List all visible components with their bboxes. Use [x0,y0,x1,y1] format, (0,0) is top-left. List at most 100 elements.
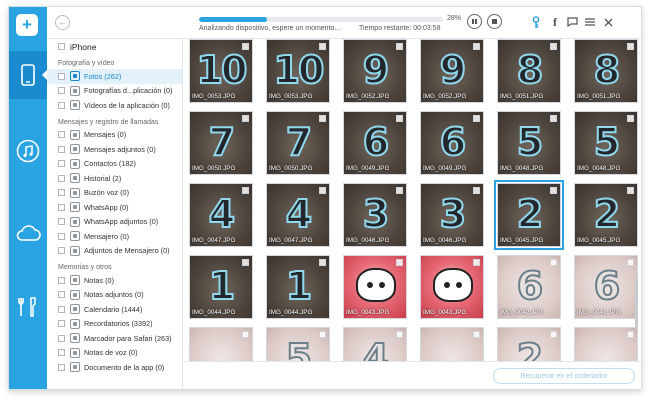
sidebar-item-checkbox[interactable] [58,232,65,240]
sidebar-item[interactable]: Adjuntos de Mensajero (0) [47,244,182,259]
photo-checkbox[interactable] [242,115,249,122]
photo-thumbnail[interactable]: 2 IMG_0045.JPG [494,180,564,250]
sidebar-item[interactable]: Contactos (182) [47,157,182,172]
photo-checkbox[interactable] [627,331,634,338]
sidebar-item-checkbox[interactable] [58,218,65,226]
photo-checkbox[interactable] [550,115,557,122]
photo-checkbox[interactable] [319,187,326,194]
sidebar-item[interactable]: Documento de la app (0) [47,360,182,375]
photo-checkbox[interactable] [319,331,326,338]
photo-checkbox[interactable] [242,187,249,194]
sidebar-item[interactable]: Notas adjuntos (0) [47,288,182,303]
photo-checkbox[interactable] [396,115,403,122]
photo-thumbnail[interactable]: 2 IMG_0045.JPG [574,183,638,247]
photo-checkbox[interactable] [319,43,326,50]
facebook-icon[interactable]: f [548,15,562,29]
sidebar-item[interactable]: Notas de voz (0) [47,346,182,361]
photo-checkbox[interactable] [396,43,403,50]
photo-thumbnail[interactable]: 4 IMG_0047.JPG [189,183,253,247]
nav-itunes-icon[interactable] [9,127,47,175]
photo-thumbnail[interactable]: 9 IMG_0052.JPG [343,39,407,103]
photo-checkbox[interactable] [627,187,634,194]
photo-thumbnail[interactable]: 1 IMG_0044.JPG [189,255,253,319]
photo-checkbox[interactable] [319,115,326,122]
photo-checkbox[interactable] [473,115,480,122]
key-icon[interactable] [529,15,543,29]
nav-tools-icon[interactable] [9,283,47,331]
sidebar-item[interactable]: Marcador para Safari (263) [47,331,182,346]
sidebar-item-checkbox[interactable] [58,174,65,182]
photo-thumbnail[interactable] [420,327,484,361]
photo-checkbox[interactable] [627,259,634,266]
menu-icon[interactable] [583,15,597,29]
photo-thumbnail[interactable]: 5 IMG_0048.JPG [574,111,638,175]
photo-thumbnail[interactable]: 8 IMG_0051.JPG [497,39,561,103]
photo-thumbnail[interactable]: 5 IMG_0048.JPG [497,111,561,175]
sidebar-item[interactable]: Recordatorios (3392) [47,317,182,332]
photo-checkbox[interactable] [242,331,249,338]
sidebar-item[interactable]: WhatsApp adjuntos (0) [47,215,182,230]
sidebar-item-checkbox[interactable] [58,87,65,95]
photo-thumbnail[interactable]: 1 IMG_0044.JPG [266,255,330,319]
photo-thumbnail[interactable]: 3 IMG_0046.JPG [420,183,484,247]
photo-thumbnail[interactable]: 4 IMG_0047.JPG [266,183,330,247]
sidebar-item[interactable]: Fotografías d...plicación (0) [47,84,182,99]
sidebar-item[interactable]: Notas (0) [47,273,182,288]
feedback-icon[interactable] [565,15,579,29]
sidebar-item-checkbox[interactable] [58,72,65,80]
photo-checkbox[interactable] [473,187,480,194]
photo-thumbnail[interactable]: 9 IMG_0052.JPG [420,39,484,103]
photo-thumbnail[interactable]: 4 [343,327,407,361]
photo-thumbnail[interactable]: 10 IMG_0053.JPG [189,39,253,103]
back-button[interactable]: ← [55,15,70,30]
sidebar-item-checkbox[interactable] [58,320,65,328]
sidebar-item-checkbox[interactable] [58,189,65,197]
photo-checkbox[interactable] [396,187,403,194]
sidebar-item[interactable]: Fotos (262) [47,69,182,84]
photo-thumbnail[interactable]: 10 IMG_0053.JPG [266,39,330,103]
sidebar-item-checkbox[interactable] [58,276,65,284]
photo-checkbox[interactable] [396,259,403,266]
sidebar-item[interactable]: Vídeos de la aplicación (0) [47,98,182,113]
photo-checkbox[interactable] [550,331,557,338]
photo-thumbnail[interactable]: 6 IMG_0049.JPG [343,111,407,175]
device-row[interactable]: iPhone [47,39,182,54]
photo-checkbox[interactable] [242,259,249,266]
grid-scrollbar[interactable] [635,279,638,329]
sidebar-item-checkbox[interactable] [58,131,65,139]
nav-device-icon[interactable] [9,51,47,99]
photo-thumbnail[interactable]: 5 [266,327,330,361]
sidebar-item[interactable]: Buzón voz (0) [47,186,182,201]
sidebar-item-checkbox[interactable] [58,305,65,313]
sidebar-item[interactable]: Mensajes adjuntos (0) [47,142,182,157]
sidebar-item-checkbox[interactable] [58,291,65,299]
photo-checkbox[interactable] [473,43,480,50]
photo-checkbox[interactable] [550,187,557,194]
photo-checkbox[interactable] [550,43,557,50]
pause-button[interactable] [467,14,482,29]
photo-thumbnail[interactable]: 6 IMG_0049.JPG [420,111,484,175]
photo-thumbnail[interactable]: 6 IMG_0042.JPG [497,255,561,319]
photo-checkbox[interactable] [550,259,557,266]
photo-checkbox[interactable] [396,331,403,338]
sidebar-item-checkbox[interactable] [58,145,65,153]
sidebar-item[interactable]: Calendario (1444) [47,302,182,317]
photo-thumbnail[interactable]: 8 IMG_0051.JPG [574,39,638,103]
photo-thumbnail[interactable] [574,327,638,361]
photo-checkbox[interactable] [242,43,249,50]
photo-thumbnail[interactable]: 7 IMG_0050.JPG [189,111,253,175]
photo-thumbnail[interactable]: 7 IMG_0050.JPG [266,111,330,175]
sidebar-item-checkbox[interactable] [58,363,65,371]
sidebar-item-checkbox[interactable] [58,334,65,342]
stop-button[interactable] [487,14,502,29]
photo-thumbnail[interactable]: 3 IMG_0046.JPG [343,183,407,247]
sidebar-item-checkbox[interactable] [58,101,65,109]
sidebar-item[interactable]: WhatsApp (0) [47,200,182,215]
photo-thumbnail[interactable]: IMG_0043.JPG [343,255,407,319]
photo-thumbnail[interactable]: 2 [497,327,561,361]
photo-checkbox[interactable] [473,259,480,266]
photo-checkbox[interactable] [473,331,480,338]
sidebar-item-checkbox[interactable] [58,160,65,168]
device-checkbox[interactable] [58,43,65,50]
sidebar-item[interactable]: Mensajero (0) [47,229,182,244]
